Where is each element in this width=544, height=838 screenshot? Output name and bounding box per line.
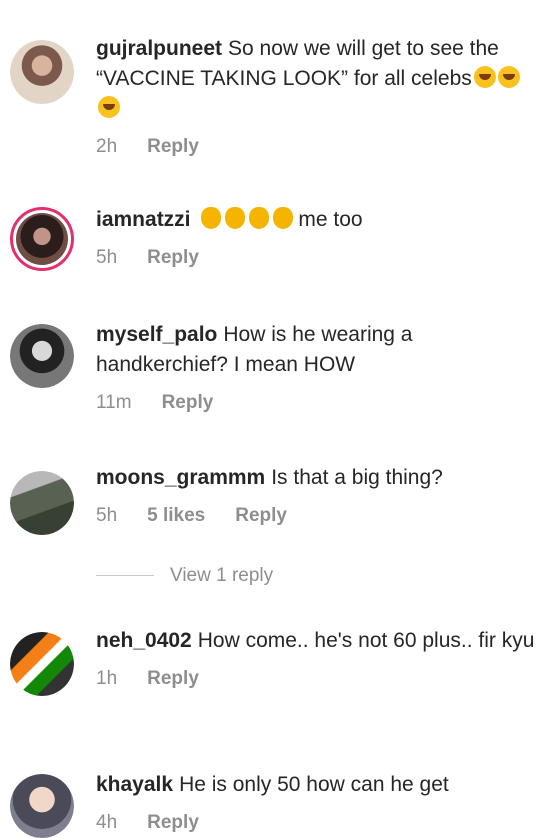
reply-button[interactable]: Reply [147,668,199,689]
comment-meta: 11m Reply [96,390,536,416]
avatar[interactable] [10,324,74,388]
comment-time: 11m [96,392,132,413]
laughing-emoji-icon [98,96,120,118]
avatar-image [10,471,74,535]
clapping-hands-icon [248,207,269,229]
comment-meta: 4h Reply [96,810,536,836]
comment-time: 5h [96,247,118,268]
comment-body: gujralpuneet So now we will get to see th… [96,34,536,160]
comment-body: iamnatzzi me too 5h Reply [96,205,536,271]
comment-content: me too [298,208,363,231]
comment-text: gujralpuneet So now we will get to see th… [96,34,536,124]
clapping-hands-icon [272,207,293,229]
view-replies-label[interactable]: View 1 reply [170,565,273,586]
username[interactable]: iamnatzzi [96,208,191,231]
comment-time: 2h [96,136,118,157]
comment-meta: 5h Reply [96,245,536,271]
reply-button[interactable]: Reply [147,812,199,833]
comment-meta: 5h 5 likes Reply [96,503,536,529]
reply-button[interactable]: Reply [162,392,214,413]
avatar-image [16,213,68,265]
reply-button[interactable]: Reply [235,505,287,526]
avatar[interactable] [10,471,74,535]
laughing-emoji-icon [473,66,496,88]
comment-time: 4h [96,812,118,833]
avatar[interactable] [10,632,74,696]
likes-count[interactable]: 5 likes [147,505,205,526]
comment-text: khayalk He is only 50 how can he get [96,770,536,800]
comment-body: moons_grammm Is that a big thing? 5h 5 lik… [96,463,536,529]
comment-content: How come.. he's not 60 plus.. fir kyu [197,629,535,652]
comment-content: Is that a big thing? [271,466,443,489]
comment-time: 5h [96,505,118,526]
username[interactable]: myself_palo [96,323,217,346]
comment-body: neh_0402 How come.. he's not 60 plus.. fi… [96,626,536,692]
clapping-hands-icon [200,207,221,229]
avatar-image [10,632,74,696]
view-replies-button[interactable]: View 1 reply [96,565,273,587]
comment-content: He is only 50 how can he get [179,773,449,796]
comment-text: iamnatzzi me too [96,205,536,235]
comment-body: myself_palo How is he wearing a handkerch… [96,320,536,416]
avatar[interactable] [10,774,74,838]
comment-text: myself_palo How is he wearing a handkerch… [96,320,536,380]
divider-line [96,575,154,577]
comment-meta: 1h Reply [96,666,536,692]
username[interactable]: gujralpuneet [96,37,222,60]
reply-button[interactable]: Reply [147,136,199,157]
username[interactable]: moons_grammm [96,466,265,489]
clapping-hands-icon [224,207,245,229]
comment-text: neh_0402 How come.. he's not 60 plus.. fi… [96,626,536,656]
avatar-image [10,324,74,388]
comment-text: moons_grammm Is that a big thing? [96,463,536,493]
laughing-emoji-icon [497,66,520,88]
reply-button[interactable]: Reply [147,247,199,268]
avatar[interactable] [10,207,74,271]
username[interactable]: khayalk [96,773,173,796]
comment-time: 1h [96,668,118,689]
avatar-image [10,774,74,838]
avatar[interactable] [10,40,74,104]
username[interactable]: neh_0402 [96,629,192,652]
avatar-image [10,40,74,104]
comment-meta: 2h Reply [96,134,536,160]
comment-body: khayalk He is only 50 how can he get 4h Re… [96,770,536,836]
